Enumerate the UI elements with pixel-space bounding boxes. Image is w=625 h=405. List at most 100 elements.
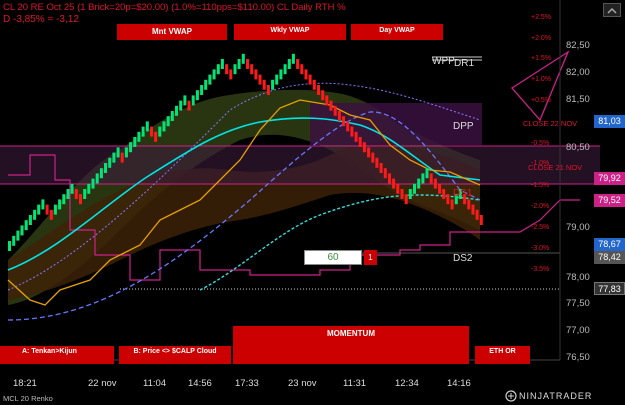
renko-brick-down xyxy=(321,90,325,101)
x-tick-label: 22 nov xyxy=(88,378,117,389)
renko-brick-up xyxy=(53,204,57,215)
x-tick-label: 23 nov xyxy=(288,378,317,389)
renko-brick-down xyxy=(225,64,229,75)
close-22-nov-label: CLOSE 22 NOV xyxy=(523,119,578,128)
ninjatrader-wordmark: NINJATRADER xyxy=(519,391,593,401)
renko-brick-down xyxy=(438,183,442,194)
chevron-up-icon xyxy=(607,7,617,14)
renko-brick-up xyxy=(87,183,91,194)
renko-brick-up xyxy=(208,74,212,85)
renko-brick-up xyxy=(200,85,204,95)
price-label-81-03: 81,03 xyxy=(594,115,625,128)
renko-brick-up xyxy=(129,142,133,153)
renko-brick-up xyxy=(145,121,149,132)
tenkan-kijun-button[interactable]: A: Tenkan>Kijun xyxy=(0,346,114,364)
renko-brick-up xyxy=(425,168,429,179)
pct-label: -3.0% xyxy=(531,245,550,252)
renko-brick-up xyxy=(175,105,178,116)
renko-brick-up xyxy=(70,183,74,194)
x-tick-label: 17:33 xyxy=(235,378,259,389)
renko-brick-up xyxy=(191,95,195,106)
pct-label: -2.5% xyxy=(531,224,550,231)
renko-brick-down xyxy=(329,100,333,111)
renko-brick-up xyxy=(66,189,70,199)
renko-brick-up xyxy=(233,64,237,75)
renko-brick-down xyxy=(150,126,153,137)
renko-brick-up xyxy=(271,79,275,90)
renko-brick-up xyxy=(421,173,425,184)
pct-label: +0.5% xyxy=(531,97,552,104)
renko-brick-up xyxy=(99,168,103,179)
renko-brick-down xyxy=(246,59,249,69)
renko-brick-down xyxy=(312,79,316,90)
y-tick-label: 76,50 xyxy=(566,352,590,363)
renko-brick-up xyxy=(112,152,116,163)
renko-brick-down xyxy=(258,74,262,85)
pct-label: +2.5% xyxy=(531,14,552,21)
renko-brick-up xyxy=(237,59,241,69)
renko-brick-up xyxy=(91,178,95,189)
renko-brick-down xyxy=(120,152,124,163)
renko-brick-up xyxy=(137,131,141,142)
renko-brick-down xyxy=(317,85,320,95)
renko-brick-down xyxy=(446,194,450,205)
price-label-79-52: 79,52 xyxy=(594,194,625,207)
renko-brick-up xyxy=(291,53,295,64)
price-scalp-cloud-button[interactable]: B: Price <> $CALP Cloud xyxy=(119,346,231,364)
renko-brick-up xyxy=(104,163,107,173)
renko-brick-up xyxy=(116,147,120,158)
dpp-label: DPP xyxy=(453,121,474,132)
price-label-78-42: 78,42 xyxy=(594,251,625,264)
x-tick-label: 12:34 xyxy=(395,378,419,389)
renko-brick-down xyxy=(388,173,391,184)
renko-brick-up xyxy=(195,90,199,101)
mnt-vwap-button[interactable]: Mnt VWAP xyxy=(117,24,227,40)
wkly-vwap-button[interactable]: Wkly VWAP xyxy=(234,24,346,40)
renko-brick-down xyxy=(49,209,53,220)
chart-header-daily-change: D -3,85% = -3,12 xyxy=(3,14,79,25)
renko-brick-up xyxy=(170,111,174,121)
renko-brick-up xyxy=(275,74,279,85)
renko-brick-down xyxy=(333,105,337,116)
renko-brick-down xyxy=(450,199,454,210)
renko-brick-up xyxy=(204,79,208,90)
renko-brick-down xyxy=(74,189,78,199)
renko-brick-down xyxy=(304,69,308,80)
renko-brick-down xyxy=(433,178,437,189)
eth-or-button[interactable]: ETH OR xyxy=(475,346,530,364)
renko-brick-down xyxy=(262,79,266,90)
ds2-label: DS2 xyxy=(453,253,473,264)
close-21-zone xyxy=(0,146,600,184)
y-tick-label: 82,50 xyxy=(566,40,590,51)
y-tick-label: 77,00 xyxy=(566,325,590,336)
renko-brick-up xyxy=(216,64,220,75)
renko-brick-down xyxy=(362,142,366,153)
renko-brick-down xyxy=(154,131,158,142)
renko-brick-up xyxy=(162,121,166,132)
renko-brick-down xyxy=(337,111,341,121)
renko-brick-up xyxy=(279,69,283,80)
renko-brick-up xyxy=(33,209,37,220)
momentum-button[interactable]: MOMENTUM xyxy=(233,326,469,364)
instrument-label: MCL 20 Renko xyxy=(3,394,53,403)
renko-brick-down xyxy=(479,215,483,225)
renko-brick-up xyxy=(212,69,216,80)
renko-brick-up xyxy=(95,173,99,184)
x-tick-label: 14:56 xyxy=(188,378,212,389)
y-tick-label: 78,00 xyxy=(566,272,590,283)
renko-brick-up xyxy=(58,199,62,210)
renko-brick-down xyxy=(358,137,362,147)
renko-brick-down xyxy=(392,178,396,189)
renko-brick-down xyxy=(471,204,475,215)
ninjatrader-logo: NINJATRADER xyxy=(505,389,592,403)
scroll-up-button[interactable] xyxy=(603,3,621,17)
renko-brick-up xyxy=(62,194,66,205)
day-vwap-button[interactable]: Day VWAP xyxy=(351,24,443,40)
x-tick-label: 14:16 xyxy=(447,378,471,389)
renko-brick-down xyxy=(383,168,387,179)
renko-brick-down xyxy=(379,163,383,173)
renko-brick-up xyxy=(41,199,45,210)
renko-brick-down xyxy=(250,64,254,75)
renko-brick-down xyxy=(371,152,375,163)
y-tick-label: 82,00 xyxy=(566,67,590,78)
